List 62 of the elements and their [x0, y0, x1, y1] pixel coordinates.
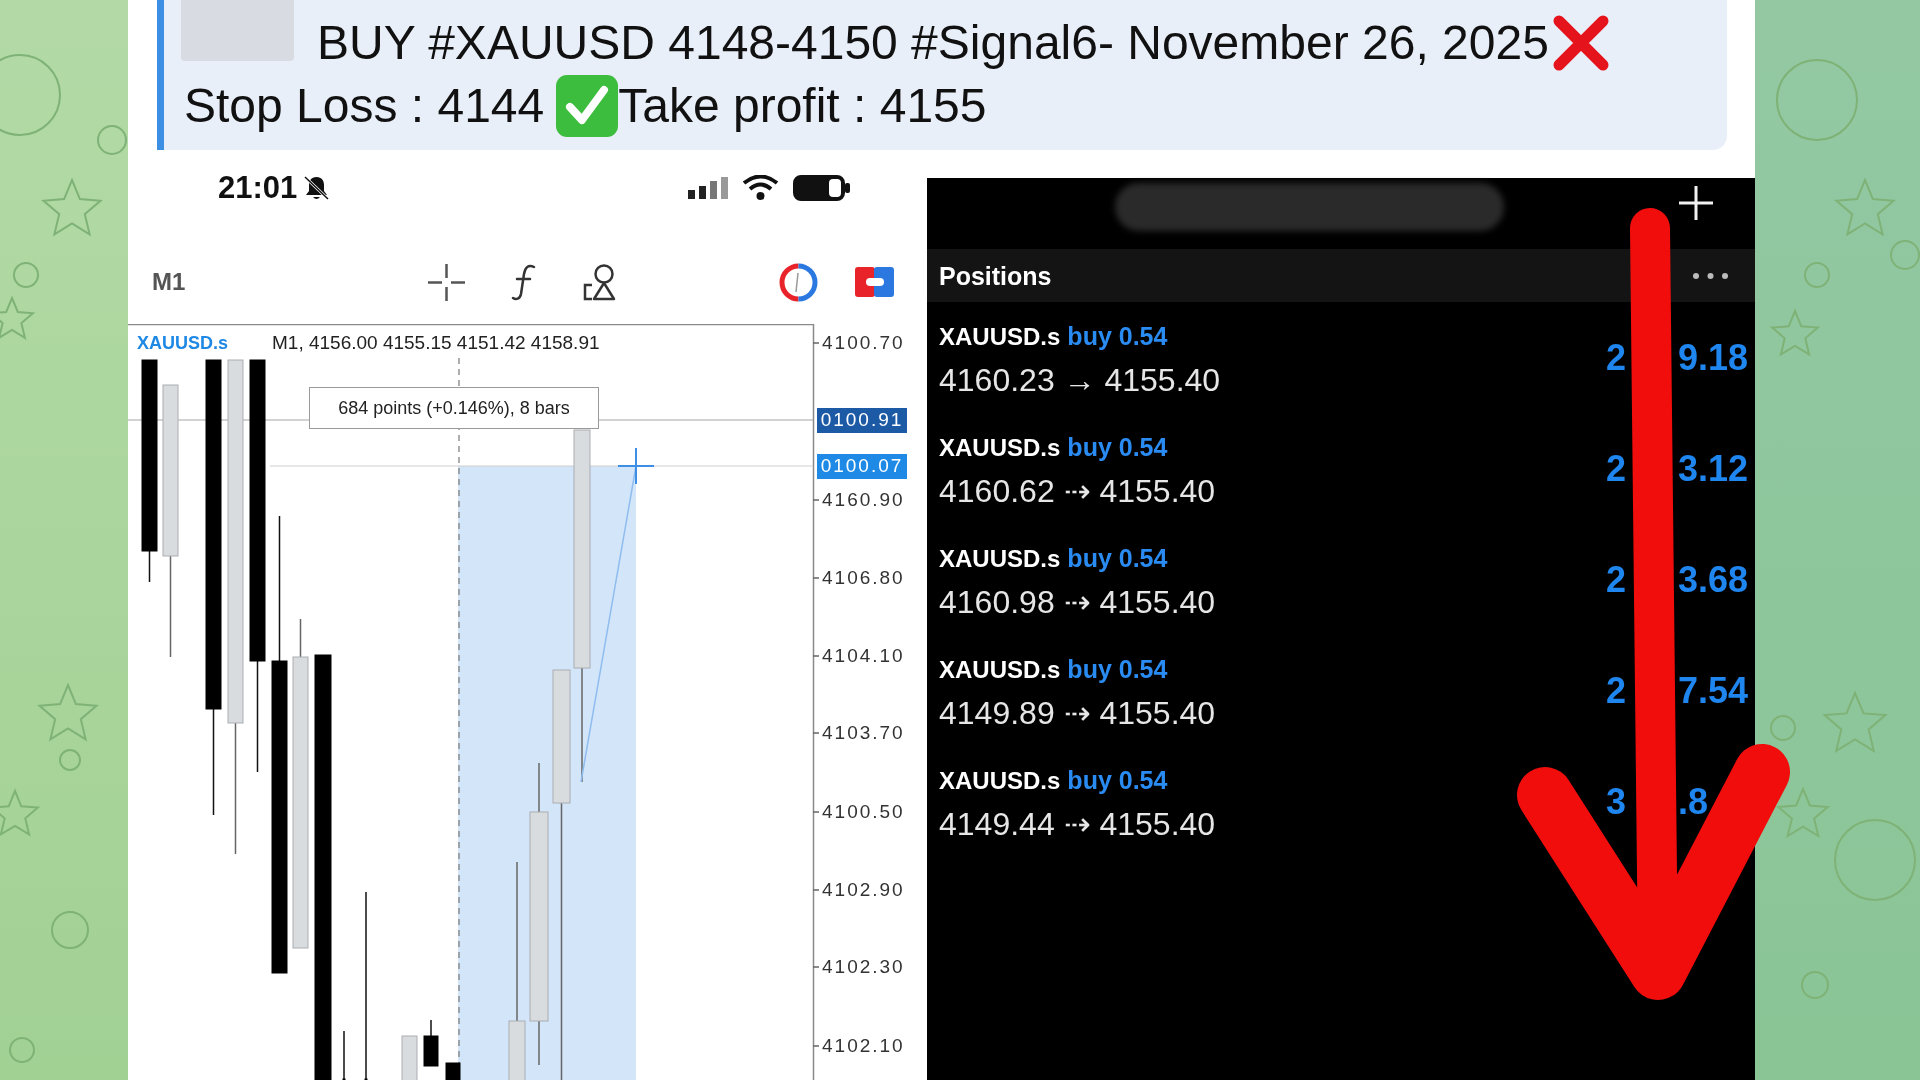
trade-label: buy 0.54 — [1067, 654, 1168, 685]
plus-icon[interactable] — [1679, 186, 1713, 220]
symbol-label: XAUUSD.s — [939, 766, 1061, 796]
symbol-label: XAUUSD.s — [137, 332, 229, 355]
price-label: 4102.30 — [822, 955, 905, 979]
price-label: 4160.23 → 4155.40 — [939, 362, 1221, 398]
crosshair-icon[interactable] — [428, 263, 465, 301]
profit-value: 2 — [1604, 338, 1626, 378]
function-icon[interactable] — [511, 263, 536, 301]
symbol-label: XAUUSD.s — [939, 544, 1061, 574]
profit-value: 3 — [1604, 782, 1626, 822]
take-profit-text: Take profit : 4155 — [618, 78, 987, 134]
price-label: 4104.10 — [822, 644, 905, 668]
price-label: 4160.90 — [822, 488, 905, 512]
profit-value: 7.54 — [1678, 671, 1750, 711]
symbol-label: XAUUSD.s — [939, 433, 1061, 463]
profit-value: 3.68 — [1678, 560, 1750, 600]
candle — [342, 1030, 346, 1080]
candle — [445, 1062, 461, 1080]
ring-icon[interactable] — [779, 262, 818, 302]
profit-value: 2 — [1604, 560, 1626, 600]
price-label: 4160.98 ⇢ 4155.40 — [939, 584, 1216, 620]
trade-label: buy 0.54 — [1067, 765, 1168, 796]
more-icon[interactable] — [1692, 271, 1729, 280]
measure-tooltip: 684 points (+0.146%), 8 bars — [309, 387, 599, 429]
check-mark-icon — [556, 75, 619, 137]
tile-icon[interactable] — [855, 267, 894, 297]
profit-value: .8 — [1678, 782, 1710, 822]
price-label: 4102.10 — [822, 1034, 905, 1058]
timeframe-button[interactable]: M1 — [152, 268, 192, 296]
signal-text: BUY #XAUUSD 4148-4150 #Signal6- November 26, 2025 — [317, 15, 1549, 71]
crosshair-icon — [617, 447, 655, 485]
price-label: 4160.62 ⇢ 4155.40 — [939, 473, 1216, 509]
profit-value: 2 — [1604, 449, 1626, 489]
profit-value: 3.12 — [1678, 449, 1750, 489]
price-label: 4103.70 — [822, 721, 905, 745]
stop-loss-text: Stop Loss : 4144 — [184, 78, 545, 134]
status-time: 21:01 — [218, 171, 298, 205]
profit-value: 9.18 — [1678, 338, 1750, 378]
profit-value: 2 — [1604, 671, 1626, 711]
trade-label: buy 0.54 — [1067, 432, 1168, 463]
battery-icon — [793, 175, 850, 201]
price-tag: 0100.91 — [817, 408, 907, 433]
cursor-price-tag: 0100.07 — [817, 454, 907, 479]
price-label: 4102.90 — [822, 878, 905, 902]
price-label: 4100.50 — [822, 800, 905, 824]
wifi-icon — [742, 175, 779, 201]
cross-mark-icon — [1552, 15, 1609, 71]
trade-label: buy 0.54 — [1067, 321, 1168, 352]
positions-title: Positions — [939, 260, 1052, 291]
symbol-label: XAUUSD.s — [939, 655, 1061, 685]
candle — [401, 1035, 418, 1080]
price-label: 4100.70 — [822, 331, 905, 355]
price-label: 4149.44 ⇢ 4155.40 — [939, 806, 1216, 842]
ohlc-label: M1, 4156.00 4155.15 4151.42 4158.91 — [272, 331, 600, 355]
shapes-icon[interactable] — [583, 263, 617, 301]
candle — [423, 1019, 439, 1067]
price-label: 4106.80 — [822, 566, 905, 590]
price-label: 4149.89 ⇢ 4155.40 — [939, 695, 1216, 731]
symbol-label: XAUUSD.s — [939, 322, 1061, 352]
trade-label: buy 0.54 — [1067, 543, 1168, 574]
bell-off-icon — [303, 175, 331, 201]
